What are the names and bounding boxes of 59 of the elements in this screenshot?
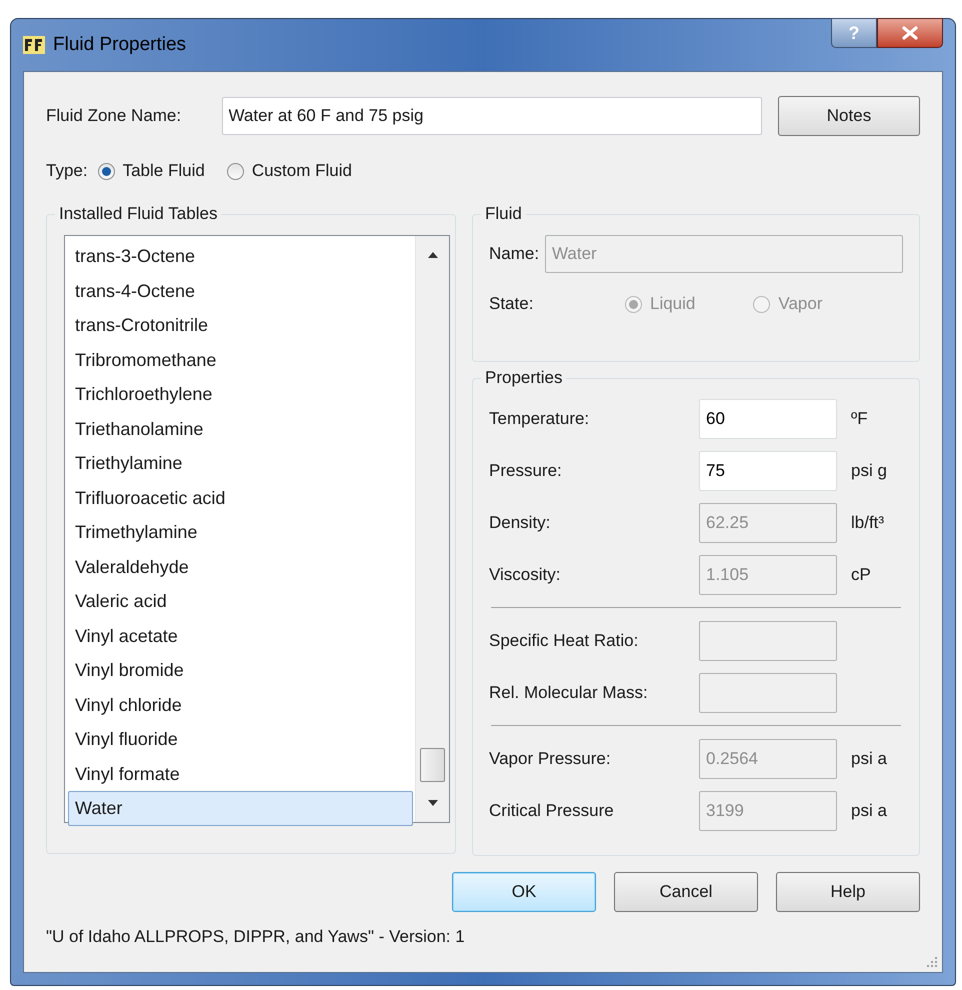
radio-label: Liquid (650, 293, 696, 316)
scrollbar[interactable] (415, 236, 449, 822)
radio-button[interactable] (98, 162, 115, 180)
window-title: Fluid Properties (53, 32, 186, 57)
property-field[interactable]: 60 (699, 399, 837, 439)
list-item[interactable]: Trifluoroacetic acid (68, 480, 413, 515)
list-item[interactable]: Triethanolamine (68, 412, 413, 446)
list-item[interactable]: Tribromomethane (68, 342, 413, 377)
close-button[interactable] (877, 18, 943, 48)
unit-label: psi g (851, 460, 887, 482)
field-label: State: (489, 293, 534, 316)
field-label: Vapor Pressure: (489, 748, 612, 770)
list-item[interactable]: Vinyl chloride (68, 688, 413, 722)
dialog-button[interactable]: OK (452, 872, 596, 912)
field-label: Specific Heat Ratio: (489, 630, 640, 652)
list-item[interactable]: Trimethylamine (68, 515, 413, 550)
radio-label: Table Fluid (122, 160, 205, 182)
list-item[interactable]: Vinyl fluoride (68, 722, 413, 756)
fluid-zone-name-field[interactable]: Water at 60 F and 75 psig (222, 97, 762, 135)
list-item[interactable]: Water (68, 791, 413, 826)
scroll-thumb[interactable] (420, 748, 445, 782)
unit-label: lb/ft³ (851, 512, 884, 534)
radio-label: Custom Fluid (252, 160, 352, 182)
scroll-down-icon[interactable] (428, 800, 438, 806)
list-item[interactable]: trans-4-Octene (68, 274, 413, 308)
list-item[interactable]: Vinyl bromide (68, 653, 413, 688)
list-item[interactable]: Vinyl acetate (68, 618, 413, 653)
status-text: "U of Idaho ALLPROPS, DIPPR, and Yaws" - Version: 1 (46, 926, 466, 948)
unit-label: ºF (851, 408, 868, 430)
field-label: Type: (46, 160, 88, 182)
scroll-up-icon[interactable] (428, 252, 438, 258)
dialog-button[interactable]: Cancel (614, 872, 758, 912)
close-icon (901, 26, 919, 40)
app-logo-icon (23, 36, 45, 54)
property-field[interactable]: 75 (699, 451, 837, 491)
dialog-button[interactable]: Help (776, 872, 920, 912)
list-item[interactable]: trans-Crotonitrile (68, 308, 413, 342)
field-label: Pressure: (489, 460, 563, 482)
list-item[interactable]: Vinyl formate (68, 756, 413, 791)
list-item[interactable]: Trichloroethylene (68, 377, 413, 412)
unit-label: psi a (851, 748, 887, 770)
radio-button[interactable] (226, 162, 244, 180)
field-label: Temperature: (489, 408, 590, 430)
list-item[interactable]: Valeric acid (68, 584, 413, 618)
unit-label: psi a (851, 800, 887, 822)
field-label: Fluid Zone Name: (46, 105, 182, 128)
unit-label: cP (851, 564, 871, 586)
radio-label: Vapor (778, 293, 822, 316)
resize-grip-icon[interactable] (926, 956, 938, 968)
field-label: Viscosity: (489, 564, 562, 586)
field-label: Critical Pressure (489, 800, 615, 822)
field-label: Name: (489, 243, 540, 266)
fluid-list[interactable] (64, 235, 450, 823)
field-label: Density: (489, 512, 552, 534)
notes-button[interactable]: Notes (778, 96, 920, 136)
list-item[interactable]: Valeraldehyde (68, 550, 413, 584)
list-item[interactable]: Triethylamine (68, 446, 413, 480)
field-label: Rel. Molecular Mass: (489, 682, 649, 704)
list-item[interactable]: trans-3-Octene (68, 239, 413, 274)
